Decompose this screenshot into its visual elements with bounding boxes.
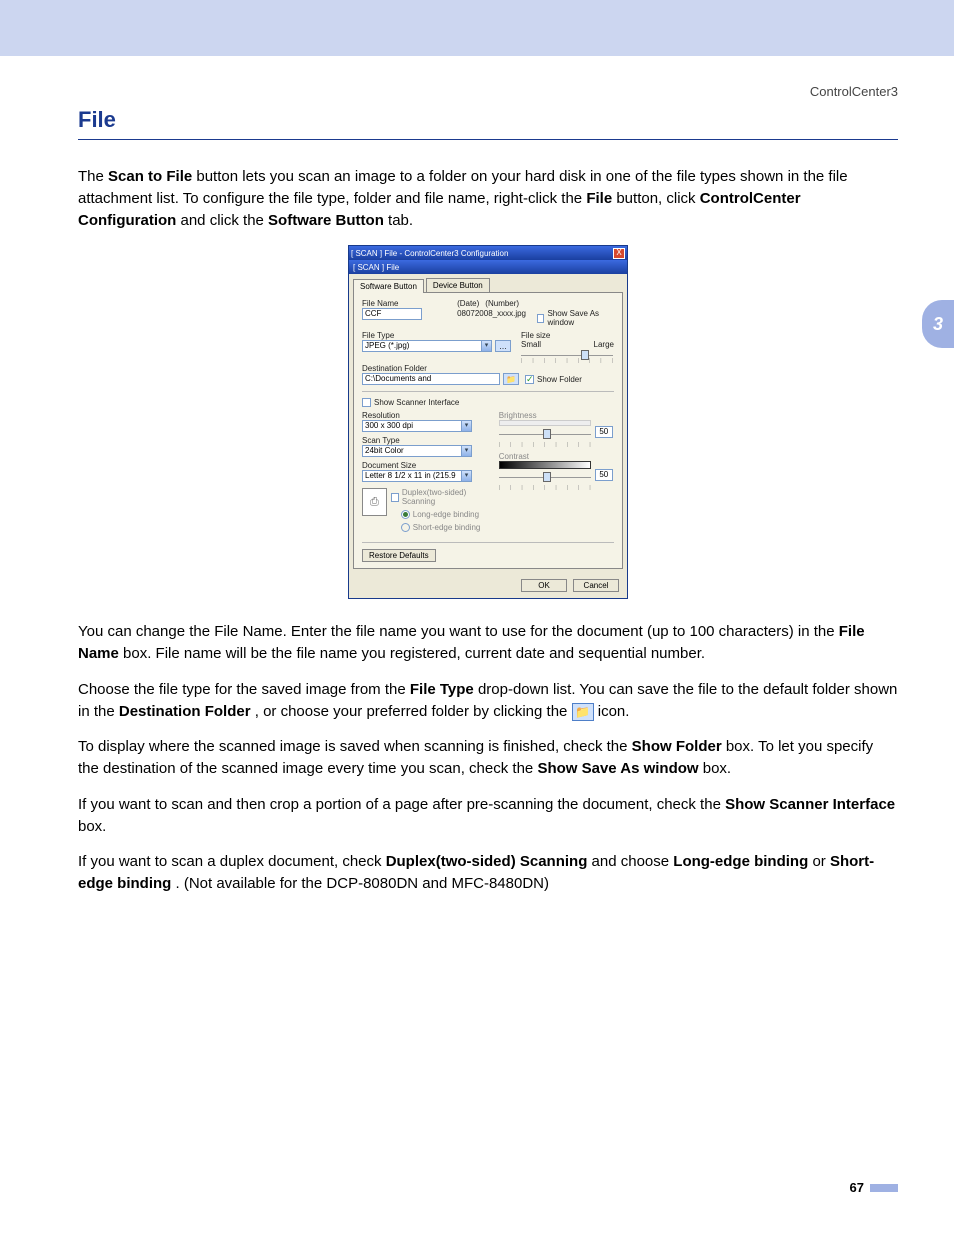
- show-folder-checkbox[interactable]: [525, 375, 534, 384]
- file-type-select[interactable]: JPEG (*.jpg): [362, 340, 482, 352]
- duplex-scanning-term: Duplex(two-sided) Scanning: [386, 853, 588, 870]
- show-folder-paragraph: To display where the scanned image is sa…: [78, 736, 898, 780]
- short-edge-label: Short-edge binding: [413, 523, 481, 532]
- browse-folder-icon[interactable]: 📁: [503, 373, 519, 385]
- page-number: 67: [850, 1180, 898, 1195]
- file-size-slider[interactable]: [521, 355, 613, 356]
- chevron-down-icon[interactable]: ▾: [462, 420, 472, 432]
- chapter-tab: 3: [922, 300, 954, 348]
- text: The: [78, 168, 108, 185]
- date-label: (Date): [457, 299, 479, 308]
- dialog-titlebar: [ SCAN ] File - ControlCenter3 Configura…: [349, 246, 627, 260]
- destination-folder-label: Destination Folder: [362, 364, 614, 373]
- text: Choose the file type for the saved image…: [78, 681, 410, 698]
- duplex-scanning-checkbox[interactable]: [391, 493, 399, 502]
- chevron-down-icon[interactable]: ▾: [462, 445, 472, 457]
- chevron-down-icon[interactable]: ▾: [462, 470, 472, 482]
- file-name-paragraph: You can change the File Name. Enter the …: [78, 621, 898, 665]
- text: tab.: [388, 212, 413, 229]
- file-size-large-label: Large: [594, 340, 614, 349]
- duplex-paragraph: If you want to scan a duplex document, c…: [78, 851, 898, 895]
- intro-paragraph: The Scan to File button lets you scan an…: [78, 166, 898, 231]
- number-label: (Number): [485, 299, 519, 308]
- text: . (Not available for the DCP-8080DN and …: [176, 875, 549, 892]
- file-name-label: File Name: [362, 299, 447, 308]
- dialog-title-text: [ SCAN ] File - ControlCenter3 Configura…: [351, 249, 508, 258]
- file-name-sample: 08072008_xxxx.jpg: [457, 309, 527, 318]
- brightness-slider[interactable]: [499, 434, 591, 435]
- page-header: ControlCenter3: [0, 56, 954, 99]
- file-type-options-button[interactable]: …: [495, 340, 511, 352]
- dialog-subtitle: [ SCAN ] File: [349, 260, 627, 274]
- text: button, click: [616, 190, 699, 207]
- show-folder-term: Show Folder: [632, 738, 722, 755]
- file-type-paragraph: Choose the file type for the saved image…: [78, 679, 898, 723]
- software-button-term: Software Button: [268, 212, 384, 229]
- restore-defaults-button[interactable]: Restore Defaults: [362, 549, 436, 562]
- file-size-small-label: Small: [521, 340, 541, 349]
- text: box. File name will be the file name you…: [123, 645, 705, 662]
- chevron-down-icon[interactable]: ▾: [482, 340, 492, 352]
- page-number-bar: [870, 1184, 898, 1192]
- close-icon[interactable]: X: [613, 248, 625, 259]
- show-save-as-label: Show Save As window: [547, 309, 614, 327]
- show-scanner-interface-checkbox[interactable]: [362, 398, 371, 407]
- show-save-as-window-term: Show Save As window: [537, 760, 698, 777]
- scan-type-label: Scan Type: [362, 436, 489, 445]
- text: , or choose your preferred folder by cli…: [255, 703, 572, 720]
- long-edge-binding-term: Long-edge binding: [673, 853, 808, 870]
- short-edge-radio[interactable]: [401, 523, 410, 532]
- scanner-interface-paragraph: If you want to scan and then crop a port…: [78, 794, 898, 838]
- text: If you want to scan a duplex document, c…: [78, 853, 386, 870]
- configuration-dialog: [ SCAN ] File - ControlCenter3 Configura…: [348, 245, 628, 599]
- document-size-select[interactable]: Letter 8 1/2 x 11 in (215.9 x 279.4 mm): [362, 470, 462, 482]
- text: or: [812, 853, 830, 870]
- text: box.: [78, 818, 106, 835]
- file-type-label: File Type: [362, 331, 511, 340]
- page-number-value: 67: [850, 1180, 864, 1195]
- file-term: File: [586, 190, 612, 207]
- show-folder-label: Show Folder: [537, 375, 582, 384]
- text: If you want to scan and then crop a port…: [78, 796, 725, 813]
- duplex-scanning-label: Duplex(two-sided) Scanning: [402, 488, 489, 506]
- document-size-label: Document Size: [362, 461, 489, 470]
- file-name-input[interactable]: CCF: [362, 308, 422, 320]
- contrast-value: 50: [595, 469, 613, 481]
- scan-to-file-term: Scan to File: [108, 168, 192, 185]
- contrast-label: Contrast: [499, 452, 614, 461]
- browse-folder-icon: 📁: [572, 703, 594, 721]
- text: You can change the File Name. Enter the …: [78, 623, 839, 640]
- duplex-icon: ⎙: [362, 488, 387, 516]
- show-scanner-interface-label: Show Scanner Interface: [374, 398, 459, 407]
- top-bar: [0, 0, 954, 56]
- contrast-slider[interactable]: [499, 477, 591, 478]
- file-size-label: File size: [521, 331, 614, 340]
- text: and click the: [181, 212, 269, 229]
- tab-device-button[interactable]: Device Button: [426, 278, 490, 292]
- long-edge-label: Long-edge binding: [413, 510, 479, 519]
- resolution-select[interactable]: 300 x 300 dpi: [362, 420, 462, 432]
- brightness-label: Brightness: [499, 411, 614, 420]
- ok-button[interactable]: OK: [521, 579, 567, 592]
- scan-type-select[interactable]: 24bit Color: [362, 445, 462, 457]
- destination-folder-input[interactable]: C:\Documents and Settings\xxxxx\My Docum…: [362, 373, 500, 385]
- show-scanner-interface-term: Show Scanner Interface: [725, 796, 895, 813]
- resolution-label: Resolution: [362, 411, 489, 420]
- contrast-bar: [499, 461, 591, 469]
- brightness-value: 50: [595, 426, 613, 438]
- file-type-term: File Type: [410, 681, 474, 698]
- section-title: File: [78, 107, 898, 140]
- text: and choose: [592, 853, 674, 870]
- tab-software-button[interactable]: Software Button: [353, 279, 424, 293]
- text: To display where the scanned image is sa…: [78, 738, 632, 755]
- text: box.: [703, 760, 731, 777]
- destination-folder-term: Destination Folder: [119, 703, 251, 720]
- cancel-button[interactable]: Cancel: [573, 579, 619, 592]
- long-edge-radio[interactable]: [401, 510, 410, 519]
- text: icon.: [598, 703, 630, 720]
- show-save-as-checkbox[interactable]: [537, 314, 545, 323]
